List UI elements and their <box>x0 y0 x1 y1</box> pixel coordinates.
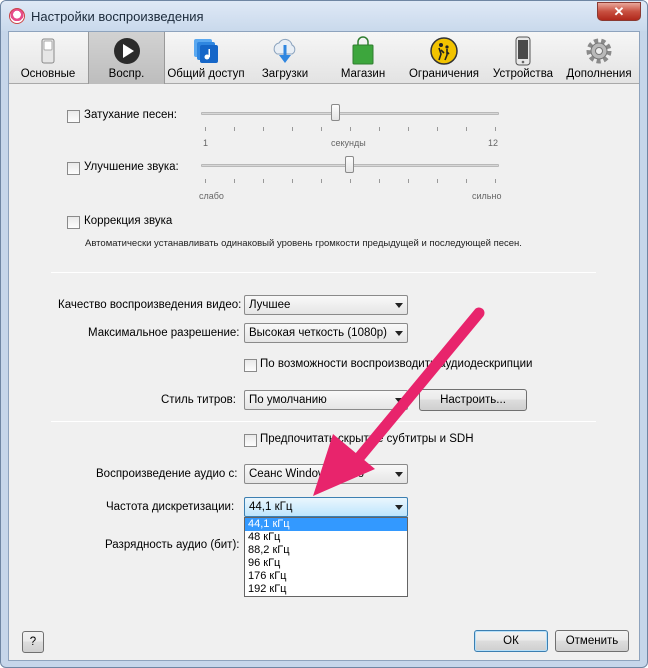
tab-restrictions[interactable]: Ограничения <box>402 32 486 84</box>
parental-restriction-icon <box>430 37 458 65</box>
playback-panel: Затухание песен: 1 секунды 12 Улучшение … <box>9 85 639 662</box>
phone-icon <box>515 36 531 66</box>
sample-rate-option[interactable]: 44,1 кГц <box>245 518 407 531</box>
audio-output-label: Воспроизведение аудио с: <box>96 468 238 480</box>
tab-sharing[interactable]: Общий доступ <box>166 32 246 84</box>
max-resolution-value: Высокая четкость (1080p) <box>249 327 387 339</box>
tab-advanced[interactable]: Дополнения <box>559 32 639 84</box>
shopping-bag-icon <box>352 36 374 65</box>
tab-devices[interactable]: Устройства <box>487 32 559 84</box>
sample-rate-option[interactable]: 48 кГц <box>245 531 407 544</box>
tab-playback-label: Воспр. <box>108 68 145 80</box>
tab-restrictions-label: Ограничения <box>408 68 480 80</box>
crossfade-slider-track[interactable] <box>201 112 499 115</box>
sound-enhancer-label: Улучшение звука: <box>84 161 179 173</box>
sample-rate-option[interactable]: 96 кГц <box>245 557 407 570</box>
tab-store-label: Магазин <box>340 68 386 80</box>
tab-downloads-label: Загрузки <box>261 68 309 80</box>
sample-rate-option[interactable]: 88,2 кГц <box>245 544 407 557</box>
sample-rate-option[interactable]: 192 кГц <box>245 583 407 596</box>
sound-check-label: Коррекция звука <box>84 215 173 227</box>
audio-output-value: Сеанс Windows Audio <box>249 468 365 480</box>
crossfade-label: Затухание песен: <box>84 109 177 121</box>
sound-check-description: Автоматически устанавливать одинаковый у… <box>85 238 522 249</box>
itunes-icon <box>9 8 25 24</box>
tab-devices-label: Устройства <box>492 68 554 80</box>
chevron-down-icon <box>395 472 403 477</box>
subtitle-style-select[interactable]: По умолчанию <box>244 390 408 410</box>
settings-window: Настройки воспроизведения ✕ Основные Вос… <box>0 0 648 668</box>
crossfade-min-label: 1 <box>203 138 209 148</box>
preferences-toolbar: Основные Воспр. Общий доступ Загрузки Ма… <box>9 32 639 84</box>
audio-descriptions-label: По возможности воспроизводить аудиодескр… <box>260 358 533 370</box>
max-resolution-label: Максимальное разрешение: <box>88 327 240 339</box>
sound-enhancer-min-label: слабо <box>199 191 224 201</box>
tab-store[interactable]: Магазин <box>324 32 402 84</box>
sound-enhancer-ticks <box>205 179 497 183</box>
video-quality-label: Качество воспроизведения видео: <box>58 299 242 311</box>
sample-rate-value: 44,1 кГц <box>249 501 293 513</box>
sound-enhancer-checkbox[interactable] <box>67 162 80 175</box>
video-quality-value: Лучшее <box>249 299 291 311</box>
sound-enhancer-slider-thumb[interactable] <box>345 156 354 173</box>
sample-rate-option[interactable]: 176 кГц <box>245 570 407 583</box>
crossfade-ticks <box>205 127 497 131</box>
crossfade-unit-label: секунды <box>331 138 366 148</box>
tab-advanced-label: Дополнения <box>566 68 632 80</box>
play-icon <box>113 38 140 64</box>
tab-sharing-label: Общий доступ <box>167 68 245 80</box>
bit-depth-label: Разрядность аудио (бит): <box>105 539 240 551</box>
tab-downloads[interactable]: Загрузки <box>246 32 324 84</box>
tab-general[interactable]: Основные <box>9 32 87 84</box>
cancel-button[interactable]: Отменить <box>555 630 629 652</box>
crossfade-max-label: 12 <box>488 138 499 148</box>
switch-icon <box>41 38 55 64</box>
chevron-down-icon <box>395 331 403 336</box>
shared-library-icon <box>194 39 218 63</box>
dialog-body: Основные Воспр. Общий доступ Загрузки Ма… <box>8 31 640 661</box>
prefer-subtitles-label: Предпочитать скрытые субтитры и SDH <box>260 433 474 445</box>
chevron-down-icon <box>395 505 403 510</box>
subtitle-style-value: По умолчанию <box>249 394 327 406</box>
title-bar[interactable]: Настройки воспроизведения ✕ <box>1 1 647 31</box>
chevron-down-icon <box>395 303 403 308</box>
chevron-down-icon <box>395 398 403 403</box>
sound-check-checkbox[interactable] <box>67 216 80 229</box>
section-divider <box>51 272 596 273</box>
audio-output-select[interactable]: Сеанс Windows Audio <box>244 464 408 484</box>
sound-enhancer-max-label: сильно <box>472 191 502 201</box>
video-quality-select[interactable]: Лучшее <box>244 295 408 315</box>
crossfade-checkbox[interactable] <box>67 110 80 123</box>
close-button[interactable]: ✕ <box>597 2 641 21</box>
ok-button[interactable]: ОК <box>474 630 548 652</box>
tab-playback[interactable]: Воспр. <box>88 32 165 84</box>
gear-icon <box>586 38 612 64</box>
sample-rate-dropdown: 44,1 кГц 48 кГц 88,2 кГц 96 кГц 176 кГц … <box>244 517 408 597</box>
crossfade-slider-thumb[interactable] <box>331 104 340 121</box>
subtitle-style-label: Стиль титров: <box>161 394 236 406</box>
window-title: Настройки воспроизведения <box>31 9 204 24</box>
help-button[interactable]: ? <box>22 631 44 653</box>
sample-rate-select[interactable]: 44,1 кГц <box>244 497 408 517</box>
sample-rate-label: Частота дискретизации: <box>106 501 235 513</box>
section-divider <box>51 421 596 422</box>
tab-general-label: Основные <box>20 68 76 80</box>
configure-subtitles-button[interactable]: Настроить... <box>419 389 527 411</box>
download-cloud-icon <box>273 38 296 63</box>
prefer-subtitles-checkbox[interactable] <box>244 434 257 447</box>
max-resolution-select[interactable]: Высокая четкость (1080p) <box>244 323 408 343</box>
audio-descriptions-checkbox[interactable] <box>244 359 257 372</box>
